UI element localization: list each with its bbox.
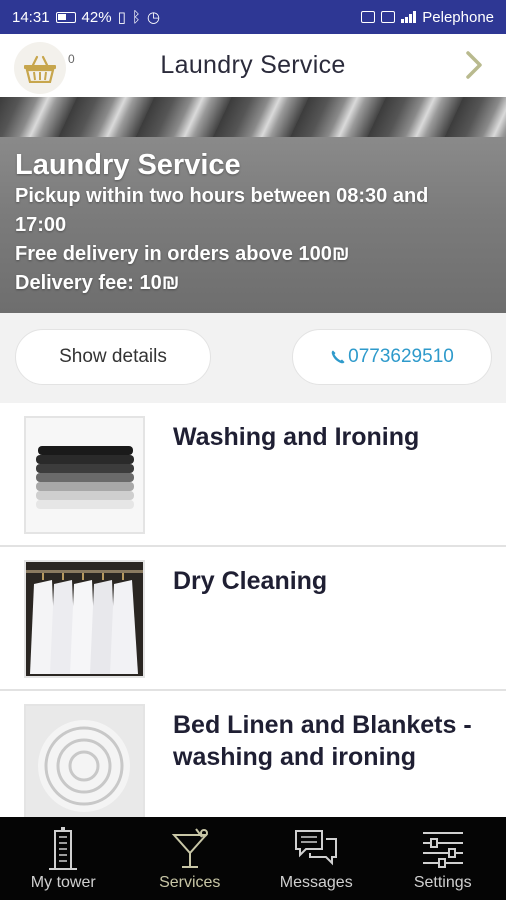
hero-free-delivery: Free delivery in orders above 100₪ [15,243,350,265]
service-item-washing[interactable]: Washing and Ironing [0,403,506,547]
sliders-icon [422,832,463,868]
shirts-banner-image [0,97,506,137]
battery-saver-icon [55,11,76,23]
hero-pickup-hours: Pickup within two hours between 08:30 an… [15,185,429,236]
service-label-washing: Washing and Ironing [173,423,420,451]
nav-item-my-tower[interactable]: My tower [0,817,127,900]
status-time: 14:31 [12,8,50,26]
chat-icon [295,830,338,866]
alarm-icon: ◷ [146,9,160,26]
phone-number: 0773629510 [348,346,454,367]
phone-icon [331,350,345,364]
basket-icon [24,55,56,83]
app-header: 0 Laundry Service [0,34,506,97]
bluetooth-icon: ᛒ [131,8,141,26]
nav-item-services[interactable]: Services [127,817,254,900]
nav-label-messages: Messages [279,874,353,891]
hanging-shirts-image [24,560,145,678]
rolled-linen-image [24,704,145,817]
nav-label-my-tower: My tower [30,874,96,891]
tower-icon [49,827,78,870]
service-item-dry-cleaning[interactable]: Dry Cleaning [0,547,506,691]
nav-item-settings[interactable]: Settings [380,817,506,900]
hero-title: Laundry Service [15,149,241,181]
nav-item-messages[interactable]: Messages [253,817,380,900]
vibrate-icon: ▯ [117,9,126,26]
email-icon [381,11,396,23]
page-title: Laundry Service [160,51,346,79]
status-bar: 14:31 42% ▯ ᛒ ◷ Pelephone [0,0,506,34]
bottom-nav: My tower Services Messages Settings [0,817,506,900]
actions-row: Show details 0773629510 [0,313,506,403]
services-list: Washing and Ironing Dry Cleaning Bed Lin… [0,403,506,817]
chevron-right-icon[interactable] [462,50,486,80]
cart-count-badge: 0 [68,52,75,66]
nav-label-settings: Settings [413,874,472,891]
nav-label-services: Services [159,874,221,891]
cart-button[interactable]: 0 [14,42,78,94]
service-item-bed-linen[interactable]: Bed Linen and Blankets - washing and iro… [0,691,506,817]
folded-clothes-image [24,416,145,534]
mail-icon [361,11,376,23]
service-label-dry-cleaning: Dry Cleaning [173,567,328,595]
service-label-bed-linen: Bed Linen and Blankets - washing and iro… [173,711,472,771]
call-phone-button[interactable]: 0773629510 [292,329,492,385]
show-details-button[interactable]: Show details [15,329,211,385]
signal-icon [401,11,417,23]
hero-banner: Laundry Service Pickup within two hours … [0,97,506,313]
cocktail-icon [171,828,208,868]
status-battery: 42% [81,8,112,26]
status-carrier: Pelephone [422,8,494,26]
hero-text: Laundry Service Pickup within two hours … [15,148,485,298]
hero-delivery-fee: Delivery fee: 10₪ [15,272,180,294]
